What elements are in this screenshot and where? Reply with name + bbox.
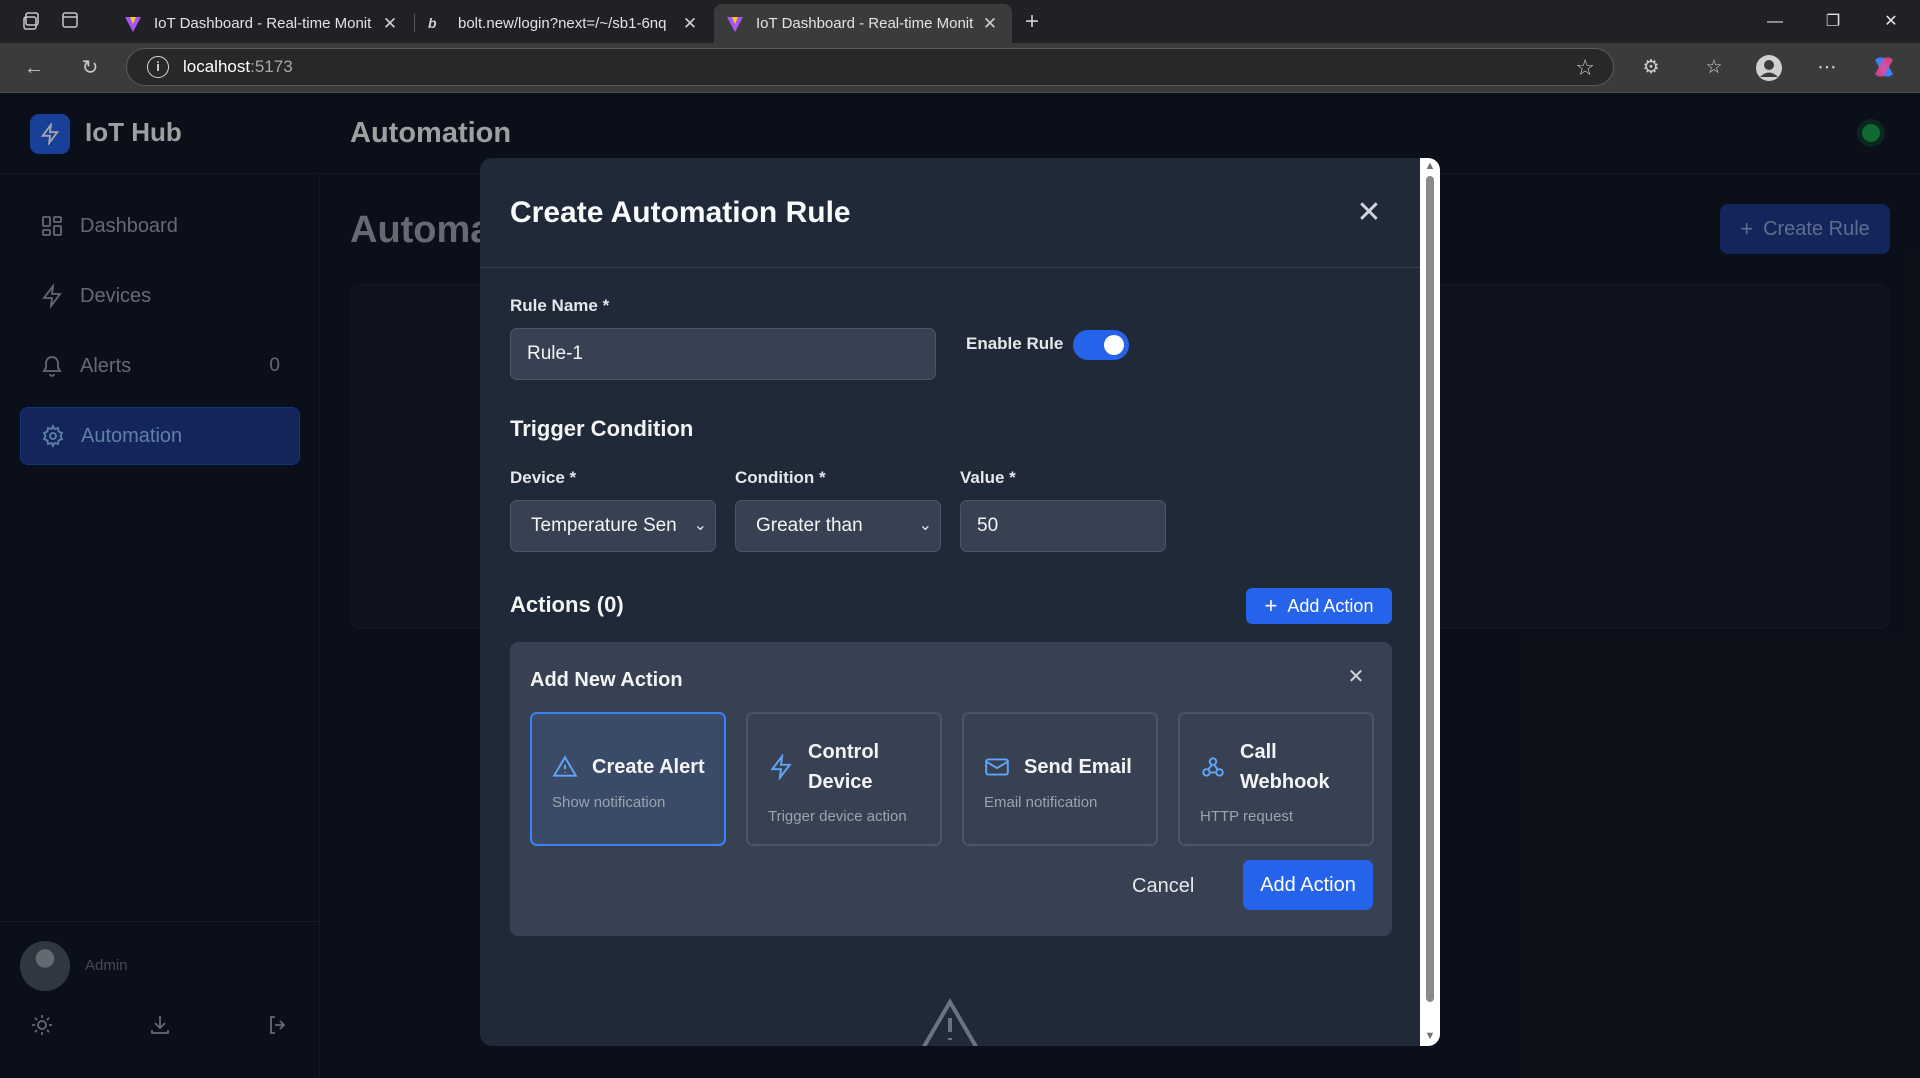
close-tab-icon[interactable]: ✕ [980,14,1000,34]
restore-icon[interactable]: ❐ [1810,8,1856,36]
tab-title: bolt.new/login?next=/~/sb1-6nq [458,15,667,32]
browser-tab-2[interactable]: b bolt.new/login?next=/~/sb1-6nq ✕ [416,4,712,43]
option-desc: HTTP request [1200,808,1294,825]
trigger-condition-title: Trigger Condition [510,416,694,441]
url-field[interactable]: i localhost:5173 ☆ [126,48,1614,86]
scroll-down-icon[interactable]: ▼ [1423,1030,1437,1042]
minimize-icon[interactable]: — [1752,8,1798,36]
browser-tab-1[interactable]: IoT Dashboard - Real-time Monit ✕ [112,4,412,43]
bolt-icon [770,754,792,780]
cancel-button[interactable]: Cancel [1132,875,1194,898]
more-menu-icon[interactable]: ⋯ [1813,54,1841,82]
create-rule-modal: Create Automation Rule ✕ Rule Name * Rul… [480,158,1440,1046]
favorite-star-icon[interactable]: ☆ [1575,55,1595,81]
copilot-icon[interactable] [1870,54,1898,82]
webhook-icon [1202,757,1224,777]
app-root: IoT Hub Automation Dashboard Devices Ale… [0,94,1920,1078]
url-text: localhost:5173 [183,57,293,76]
close-icon[interactable]: ✕ [1344,664,1368,688]
bolt-favicon-icon: b [428,14,437,31]
action-option-control-device[interactable]: Control Device Trigger device action [746,712,942,846]
vite-icon [727,16,743,32]
close-icon[interactable]: ✕ [1353,198,1385,230]
add-action-panel: Add New Action ✕ Create Alert Show notif… [510,642,1392,936]
option-desc: Show notification [552,794,666,811]
chevron-down-icon: ⌄ [918,517,932,534]
site-info-icon[interactable]: i [147,56,169,78]
tab-title: IoT Dashboard - Real-time Monit [154,15,372,32]
device-select[interactable]: Temperature Sen ⌄ [510,500,716,552]
submit-add-action-button[interactable]: Add Action [1243,860,1373,910]
mail-icon [985,758,1009,776]
modal-title: Create Automation Rule [510,196,851,229]
condition-label: Condition * [735,468,826,487]
option-title: Control Device [808,741,880,793]
option-title: Send Email [1024,756,1132,778]
value-label: Value * [960,468,1016,487]
rule-name-input[interactable]: Rule-1 [510,328,936,380]
panel-title: Add New Action [530,669,683,691]
new-tab-icon[interactable]: + [1020,10,1044,34]
warning-icon [922,998,978,1046]
window-close-icon[interactable]: ✕ [1868,8,1914,36]
browser-tab-3-active[interactable]: IoT Dashboard - Real-time Monit ✕ [714,4,1012,43]
modal-header: Create Automation Rule ✕ [480,158,1420,268]
add-action-button[interactable]: + Add Action [1246,588,1392,624]
toggle-knob [1104,335,1124,355]
value-input[interactable]: 50 [960,500,1166,552]
device-label: Device * [510,468,577,487]
action-option-call-webhook[interactable]: Call Webhook HTTP request [1178,712,1374,846]
profile-icon[interactable] [1755,54,1783,82]
scroll-up-icon[interactable]: ▲ [1423,160,1437,172]
option-title: Create Alert [592,756,705,778]
option-desc: Trigger device action [768,808,907,825]
back-icon[interactable]: ← [20,54,48,82]
option-desc: Email notification [984,794,1098,811]
chevron-down-icon: ⌄ [693,517,707,534]
browser-tab-bar: IoT Dashboard - Real-time Monit ✕ b bolt… [0,0,1920,43]
tab-title: IoT Dashboard - Real-time Monit [756,15,974,32]
actions-title: Actions (0) [510,592,624,617]
warning-icon [552,755,578,777]
enable-rule-toggle[interactable] [1073,330,1129,360]
enable-rule-label: Enable Rule [966,334,1064,353]
option-title: Call Webhook [1240,741,1330,793]
plus-icon: + [1264,593,1278,618]
address-bar: ← ↻ i localhost:5173 ☆ ⚙ ☆ ⋯ [0,43,1920,93]
extensions-icon[interactable]: ⚙ [1637,54,1665,82]
rule-name-label: Rule Name * [510,296,610,315]
close-tab-icon[interactable]: ✕ [680,14,700,34]
workspaces-icon[interactable] [20,10,44,34]
vite-icon [125,16,141,32]
tab-separator [414,14,415,32]
action-option-create-alert[interactable]: Create Alert Show notification [530,712,726,846]
close-tab-icon[interactable]: ✕ [380,14,400,34]
reload-icon[interactable]: ↻ [76,54,104,82]
favorites-icon[interactable]: ☆ [1700,54,1728,82]
condition-select[interactable]: Greater than ⌄ [735,500,941,552]
action-option-send-email[interactable]: Send Email Email notification [962,712,1158,846]
scroll-thumb[interactable] [1426,176,1434,1002]
modal-scrollbar[interactable]: ▲ ▼ [1420,158,1440,1046]
tab-actions-icon[interactable] [58,10,82,34]
